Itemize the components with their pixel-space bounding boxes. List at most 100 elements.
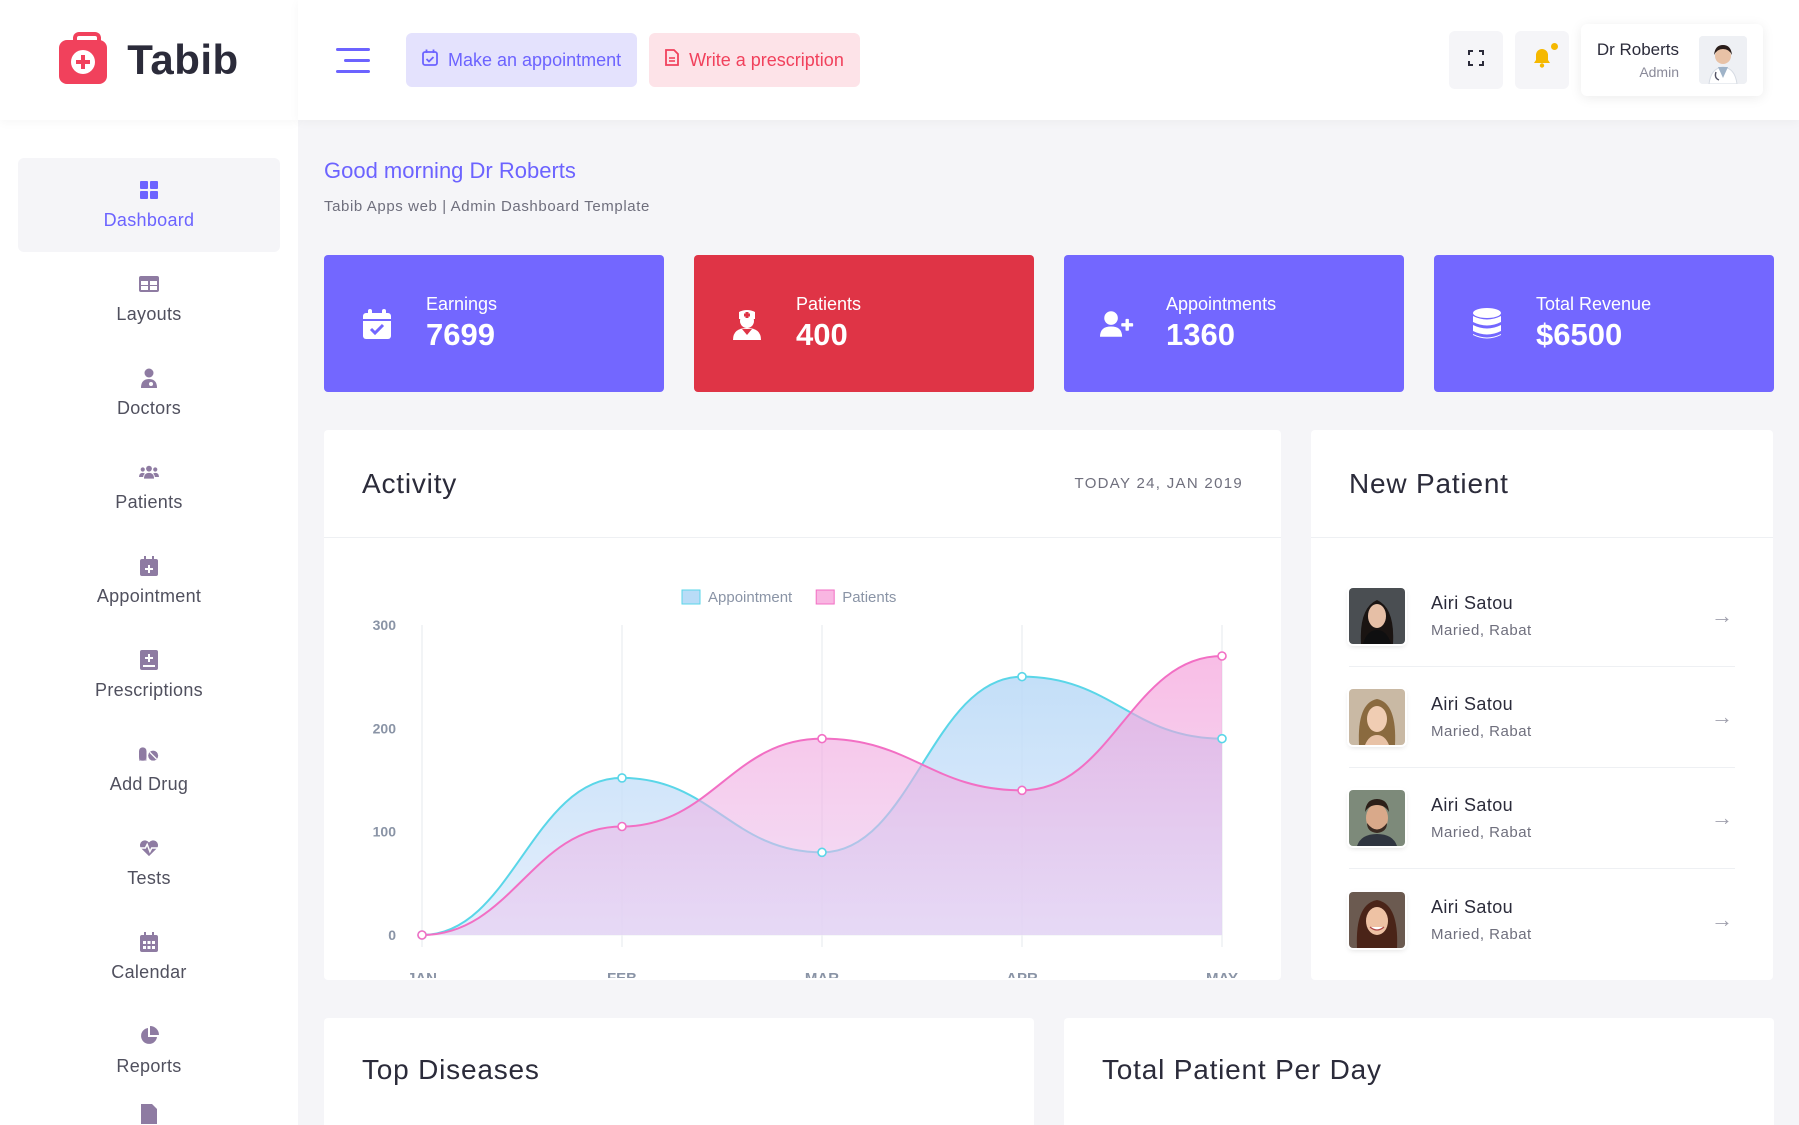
sidebar-item-label: Layouts xyxy=(116,303,182,324)
calendar-check-icon xyxy=(360,308,394,339)
expand-icon xyxy=(1467,49,1484,71)
main-content: Good morning Dr Roberts Tabib Apps web |… xyxy=(324,120,1774,1125)
top-diseases-title: Top Diseases xyxy=(362,1054,540,1085)
stat-card-total-revenue[interactable]: Total Revenue $6500 xyxy=(1434,255,1774,392)
sidebar-item-doctors[interactable]: Doctors xyxy=(18,346,280,440)
sidebar-item-add-drug[interactable]: Add Drug xyxy=(18,722,280,816)
patient-avatar xyxy=(1349,588,1405,644)
sidebar-item-tests[interactable]: Tests xyxy=(18,816,280,910)
x-tick-label: JAN xyxy=(407,970,437,978)
patient-list: Airi Satou Maried, Rabat → Airi Satou Ma… xyxy=(1311,538,1773,970)
fullscreen-button[interactable] xyxy=(1448,31,1503,89)
patient-name: Airi Satou xyxy=(1431,593,1514,613)
legend-swatch xyxy=(681,589,701,605)
legend-label: Appointment xyxy=(708,589,793,606)
sidebar-item-appointment[interactable]: Appointment xyxy=(18,534,280,628)
stat-label: Patients xyxy=(796,294,862,314)
write-prescription-label: Write a prescription xyxy=(689,49,844,70)
patients-per-day-title: Total Patient Per Day xyxy=(1102,1054,1382,1085)
calendar-check-icon xyxy=(422,49,438,71)
file-icon xyxy=(665,49,680,71)
brand-logo[interactable]: Tabib xyxy=(0,0,298,120)
sidebar-item-calendar[interactable]: Calendar xyxy=(18,910,280,1004)
new-patient-title: New Patient xyxy=(1349,467,1509,499)
activity-chart-svg: 0 100 200 300 JAN FEB MAR APR MAY Appointment Pati… xyxy=(373,589,1238,987)
arrow-right-icon[interactable]: → xyxy=(1711,907,1733,933)
top-header: Make an appointment Write a prescription… xyxy=(298,0,1799,120)
sidebar-item-label: Add Drug xyxy=(109,773,189,794)
sidebar-item-label: Dashboard xyxy=(103,209,195,230)
user-profile-menu[interactable]: Dr Roberts Admin xyxy=(1580,24,1763,96)
data-point xyxy=(617,821,627,832)
medical-kit-icon xyxy=(59,32,108,84)
data-point xyxy=(617,773,627,783)
arrow-right-icon[interactable]: → xyxy=(1711,805,1733,831)
notifications-button[interactable] xyxy=(1514,31,1569,89)
y-tick-label: 0 xyxy=(388,927,396,943)
x-tick-label: MAY xyxy=(1206,970,1238,978)
stat-label: Appointments xyxy=(1166,294,1277,314)
sidebar-item-more[interactable] xyxy=(18,1098,280,1125)
patient-name: Airi Satou xyxy=(1431,694,1514,714)
layout-icon xyxy=(139,274,159,294)
sidebar-item-label: Patients xyxy=(115,491,183,512)
sidebar-item-layouts[interactable]: Layouts xyxy=(18,252,280,346)
dashboard-icon xyxy=(139,180,159,200)
sidebar-item-label: Prescriptions xyxy=(95,679,203,700)
sidebar-item-label: Tests xyxy=(127,867,171,888)
sidebar-item-reports[interactable]: Reports xyxy=(18,1004,280,1098)
calendar-icon xyxy=(139,931,159,952)
activity-card: Activity TODAY 24, JAN 2019 0 100 200 300 JA… xyxy=(324,430,1281,987)
database-icon xyxy=(1470,307,1504,340)
patient-meta: Maried, Rabat xyxy=(1431,622,1532,639)
activity-row: Activity TODAY 24, JAN 2019 0 100 200 300 JA… xyxy=(324,430,1774,987)
user-plus-icon xyxy=(1100,309,1134,339)
data-point xyxy=(1017,785,1027,796)
user-role: Admin xyxy=(1639,64,1679,80)
list-item[interactable]: Airi Satou Maried, Rabat → xyxy=(1349,667,1735,768)
patient-meta: Maried, Rabat xyxy=(1431,723,1532,740)
list-item[interactable]: Airi Satou Maried, Rabat → xyxy=(1349,566,1735,667)
list-item[interactable]: Airi Satou Maried, Rabat → xyxy=(1349,869,1735,970)
patient-avatar xyxy=(1349,689,1405,745)
sidebar-nav: Dashboard Layouts Doctors Patients Appoi… xyxy=(0,120,298,1125)
sidebar-item-patients[interactable]: Patients xyxy=(18,440,280,534)
x-tick-label: FEB xyxy=(607,970,637,978)
sidebar-item-prescriptions[interactable]: Prescriptions xyxy=(18,628,280,722)
patient-meta: Maried, Rabat xyxy=(1431,824,1532,841)
list-item[interactable]: Airi Satou Maried, Rabat → xyxy=(1349,768,1735,869)
top-diseases-card: Top Diseases xyxy=(324,1018,1034,1125)
header-actions: Dr Roberts Admin xyxy=(1448,24,1763,96)
sidebar-item-dashboard[interactable]: Dashboard xyxy=(18,158,280,252)
stat-value: 1360 xyxy=(1166,317,1235,352)
calendar-plus-icon xyxy=(139,555,159,576)
doctor-icon xyxy=(139,368,159,388)
data-point xyxy=(417,930,427,940)
legend-swatch xyxy=(815,589,835,605)
new-patient-card: New Patient Airi Satou Maried, Rabat → A… xyxy=(1311,430,1773,980)
stat-label: Earnings xyxy=(426,294,498,314)
avatar xyxy=(1699,36,1747,84)
sidebar-item-label: Reports xyxy=(116,1055,182,1076)
x-tick-label: APR xyxy=(1006,970,1038,978)
y-tick-label: 100 xyxy=(373,824,397,840)
menu-toggle-button[interactable] xyxy=(336,47,370,73)
prescription-book-icon xyxy=(139,649,159,670)
pie-chart-icon xyxy=(139,1025,159,1046)
stat-label: Total Revenue xyxy=(1536,294,1652,314)
arrow-right-icon[interactable]: → xyxy=(1711,704,1733,730)
patients-per-day-card: Total Patient Per Day xyxy=(1064,1018,1774,1125)
sidebar: Tabib Dashboard Layouts Doctors Patients xyxy=(0,0,298,1125)
notification-dot xyxy=(1550,43,1558,50)
greeting-subtitle: Tabib Apps web | Admin Dashboard Templat… xyxy=(324,198,650,215)
write-prescription-button[interactable]: Write a prescription xyxy=(649,33,860,87)
stat-card-appointments[interactable]: Appointments 1360 xyxy=(1064,255,1404,392)
stats-row: Earnings 7699 Patients 400 Appointments … xyxy=(324,255,1774,392)
make-appointment-button[interactable]: Make an appointment xyxy=(406,33,638,87)
arrow-right-icon[interactable]: → xyxy=(1711,603,1733,629)
y-tick-label: 300 xyxy=(373,617,397,633)
data-point xyxy=(1017,671,1027,682)
stat-card-patients[interactable]: Patients 400 xyxy=(694,255,1034,392)
activity-title: Activity xyxy=(362,467,458,499)
stat-card-earnings[interactable]: Earnings 7699 xyxy=(324,255,664,392)
